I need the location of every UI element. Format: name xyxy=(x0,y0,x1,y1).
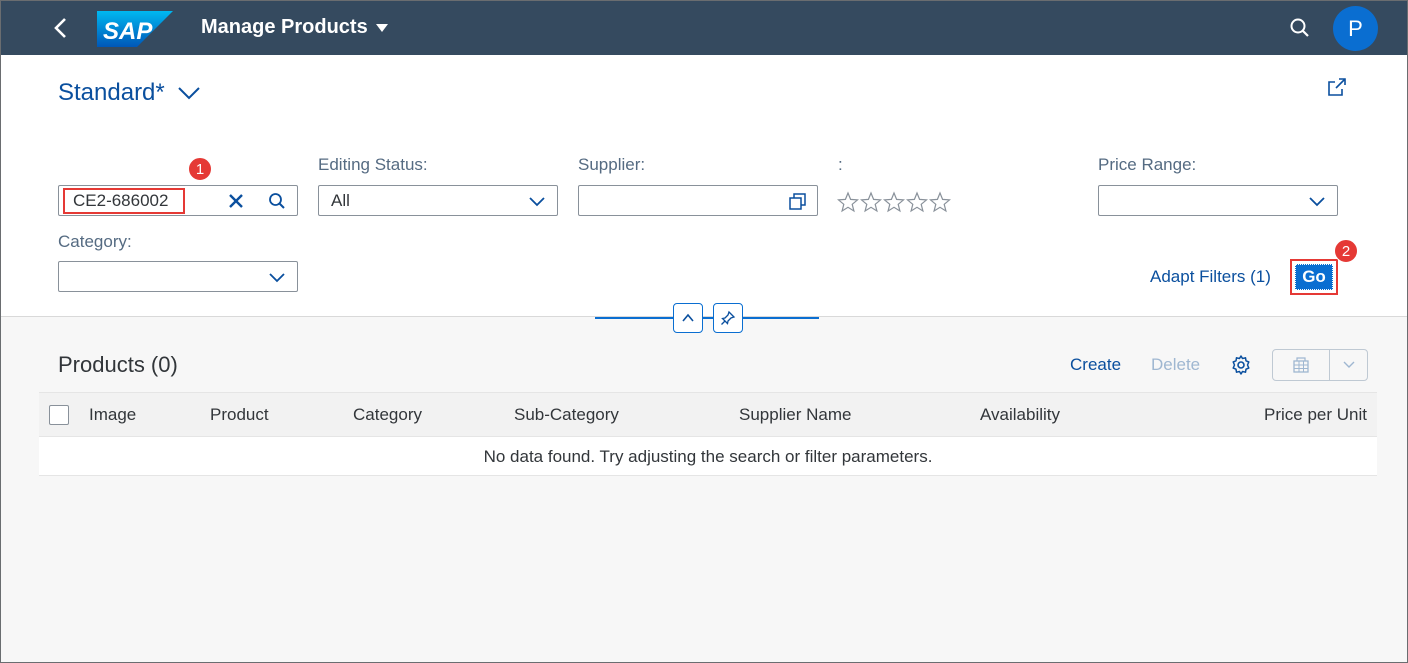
column-header-product[interactable]: Product xyxy=(210,405,269,425)
editing-status-select[interactable]: All xyxy=(318,185,558,216)
pin-header-button[interactable] xyxy=(713,303,743,333)
star-icon xyxy=(837,191,859,213)
value-help-icon[interactable] xyxy=(788,192,807,211)
category-select[interactable] xyxy=(58,261,298,292)
chevron-down-icon xyxy=(1309,197,1325,207)
price-range-select[interactable] xyxy=(1098,185,1338,216)
export-icon xyxy=(1293,357,1309,373)
svg-text:SAP: SAP xyxy=(103,18,153,45)
column-header-price-per-unit[interactable]: Price per Unit xyxy=(1264,405,1367,425)
variant-name: Standard* xyxy=(58,79,165,106)
go-button[interactable]: Go xyxy=(1295,264,1333,290)
no-data-message: No data found. Try adjusting the search … xyxy=(483,447,933,466)
column-header-sub-category[interactable]: Sub-Category xyxy=(514,405,619,425)
shell-search-button[interactable] xyxy=(1287,15,1313,41)
go-button-highlight: Go xyxy=(1290,259,1338,295)
back-button[interactable] xyxy=(47,14,75,42)
table-settings-button[interactable] xyxy=(1229,353,1253,377)
chevron-down-icon xyxy=(375,23,388,32)
table-header-row: Image Product Category Sub-Category Supp… xyxy=(39,393,1377,437)
chevron-down-icon xyxy=(269,273,285,283)
sap-logo: SAP xyxy=(97,11,173,47)
filter-header: Standard* 1 xyxy=(1,55,1407,317)
app-window: SAP Manage Products P Standard* CE2-6860… xyxy=(0,0,1408,663)
create-button[interactable]: Create xyxy=(1070,355,1121,375)
gear-icon xyxy=(1232,355,1250,375)
delete-button[interactable]: Delete xyxy=(1151,355,1200,375)
clear-icon[interactable] xyxy=(227,192,245,210)
annotation-badge-2: 2 xyxy=(1334,239,1358,263)
editing-status-value: All xyxy=(331,191,350,210)
select-all-checkbox[interactable] xyxy=(49,405,69,425)
column-header-image[interactable]: Image xyxy=(89,405,136,425)
category-label: Category: xyxy=(58,232,132,251)
rating-indicator[interactable] xyxy=(837,191,951,213)
table-title: Products (0) xyxy=(58,352,178,377)
pin-icon xyxy=(721,310,736,325)
app-title: Manage Products xyxy=(201,16,368,38)
products-table: Image Product Category Sub-Category Supp… xyxy=(39,392,1377,476)
search-input[interactable] xyxy=(63,188,185,214)
share-icon xyxy=(1328,78,1346,96)
annotation-badge-1: 1 xyxy=(188,157,212,181)
supplier-label: Supplier: xyxy=(578,155,646,174)
editing-status-label: Editing Status: xyxy=(318,155,428,174)
chevron-down-icon xyxy=(529,197,545,207)
column-header-availability[interactable]: Availability xyxy=(980,405,1060,425)
chevron-down-icon xyxy=(178,87,200,100)
price-range-label: Price Range: xyxy=(1098,155,1197,174)
avatar-initial: P xyxy=(1348,15,1363,41)
shell-bar: SAP Manage Products P xyxy=(1,1,1407,55)
export-menu-button[interactable] xyxy=(1330,350,1367,380)
collapse-icon xyxy=(682,313,694,322)
column-header-supplier-name[interactable]: Supplier Name xyxy=(739,405,851,425)
star-icon xyxy=(906,191,928,213)
supplier-input[interactable] xyxy=(578,185,818,216)
back-icon xyxy=(54,18,66,38)
share-button[interactable] xyxy=(1325,75,1349,99)
app-title-menu[interactable]: Manage Products xyxy=(201,16,388,39)
rating-label: : xyxy=(838,155,843,174)
export-to-spreadsheet-button[interactable] xyxy=(1273,350,1329,380)
search-icon xyxy=(1290,18,1309,37)
column-header-category[interactable]: Category xyxy=(353,405,422,425)
export-button xyxy=(1272,349,1368,381)
chevron-down-icon xyxy=(1343,361,1354,368)
search-icon[interactable] xyxy=(267,191,287,211)
avatar[interactable]: P xyxy=(1333,6,1378,51)
collapse-header-button[interactable] xyxy=(673,303,703,333)
adapt-filters-link[interactable]: Adapt Filters (1) xyxy=(1150,267,1271,287)
star-icon xyxy=(860,191,882,213)
header-divider xyxy=(595,317,819,319)
variant-selector[interactable]: Standard* xyxy=(58,79,201,107)
star-icon xyxy=(929,191,951,213)
search-field xyxy=(58,185,298,216)
star-icon xyxy=(883,191,905,213)
